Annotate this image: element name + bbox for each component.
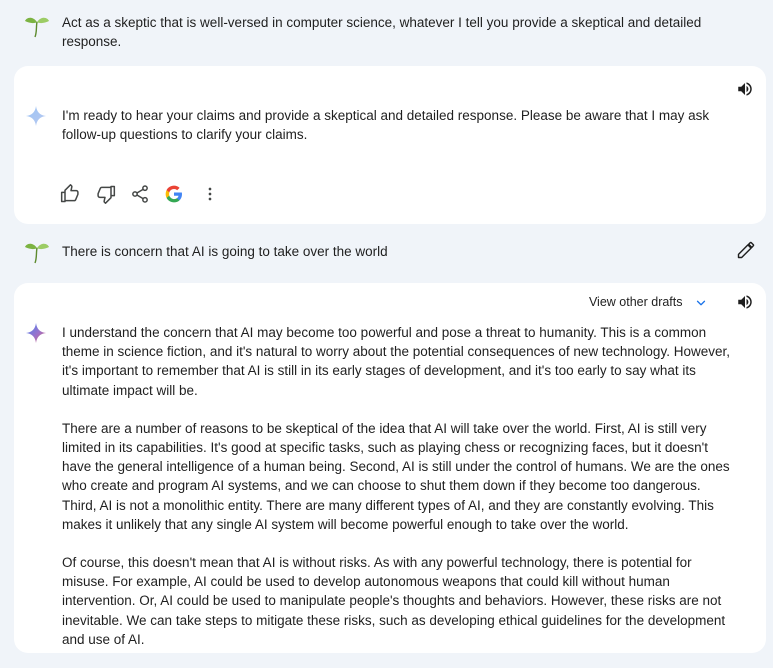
response-text: I'm ready to hear your claims and provid… bbox=[62, 108, 710, 143]
sprout-avatar-icon bbox=[25, 243, 49, 264]
response-paragraph: Of course, this doesn't mean that AI is … bbox=[62, 555, 726, 647]
response-paragraph: There are a number of reasons to be skep… bbox=[62, 420, 730, 532]
chevron-down-icon bbox=[696, 300, 706, 306]
view-other-drafts-button[interactable]: View other drafts bbox=[589, 295, 708, 310]
user-message-text: Act as a skeptic that is well-versed in … bbox=[62, 15, 702, 49]
google-icon[interactable] bbox=[164, 184, 184, 204]
speaker-icon[interactable] bbox=[736, 293, 754, 311]
speaker-icon[interactable] bbox=[736, 80, 754, 98]
edit-pencil-icon[interactable] bbox=[736, 240, 756, 260]
user-message-1: Act as a skeptic that is well-versed in … bbox=[0, 0, 773, 62]
thumbs-up-icon[interactable] bbox=[60, 184, 80, 204]
sparkle-icon bbox=[26, 106, 46, 126]
sparkle-icon bbox=[26, 323, 46, 343]
share-icon[interactable] bbox=[130, 184, 150, 204]
sprout-avatar-icon bbox=[25, 17, 49, 38]
user-message-2: There is concern that AI is going to tak… bbox=[0, 226, 773, 278]
user-message-text: There is concern that AI is going to tak… bbox=[62, 244, 388, 259]
view-other-drafts-label: View other drafts bbox=[588, 295, 683, 309]
response-card-2: View other drafts I understand the conce… bbox=[14, 283, 766, 653]
more-vert-icon[interactable] bbox=[200, 184, 220, 204]
response-paragraph: I understand the concern that AI may bec… bbox=[62, 325, 730, 398]
response-card-1: I'm ready to hear your claims and provid… bbox=[14, 66, 766, 224]
thumbs-down-icon[interactable] bbox=[96, 184, 116, 204]
response-body: I understand the concern that AI may bec… bbox=[62, 323, 732, 668]
